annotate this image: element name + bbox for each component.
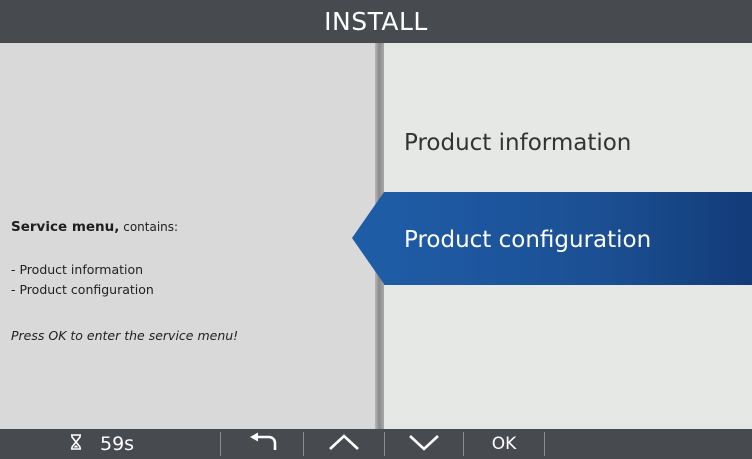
back-arrow-icon (245, 432, 279, 457)
chevron-up-icon (327, 432, 361, 457)
title-bar: INSTALL (0, 0, 752, 43)
info-item-product-configuration: - Product configuration (11, 282, 154, 297)
up-button[interactable] (304, 429, 384, 459)
info-panel: Service menu, contains: - Product inform… (0, 43, 375, 429)
timeout-value: 59s (100, 433, 135, 455)
back-button[interactable] (221, 429, 303, 459)
timeout-indicator: 59s (70, 429, 190, 459)
menu-item-product-configuration[interactable]: Product configuration (404, 227, 651, 253)
ok-button-label: OK (491, 434, 517, 454)
info-heading-bold: Service menu, (11, 219, 120, 235)
hourglass-icon (70, 433, 82, 455)
ok-button[interactable]: OK (464, 429, 544, 459)
info-heading-rest: contains: (119, 220, 179, 234)
down-button[interactable] (385, 429, 463, 459)
footer-separator (544, 432, 545, 456)
menu-item-product-information[interactable]: Product information (404, 130, 631, 156)
info-item-product-information: - Product information (11, 262, 144, 277)
info-hint: Press OK to enter the service menu! (11, 328, 239, 343)
bottom-bar: 59s OK (0, 429, 752, 459)
chevron-down-icon (407, 432, 441, 457)
info-heading: Service menu, contains: (11, 219, 178, 235)
page-title: INSTALL (324, 7, 428, 36)
selection-pointer-icon (352, 192, 384, 284)
